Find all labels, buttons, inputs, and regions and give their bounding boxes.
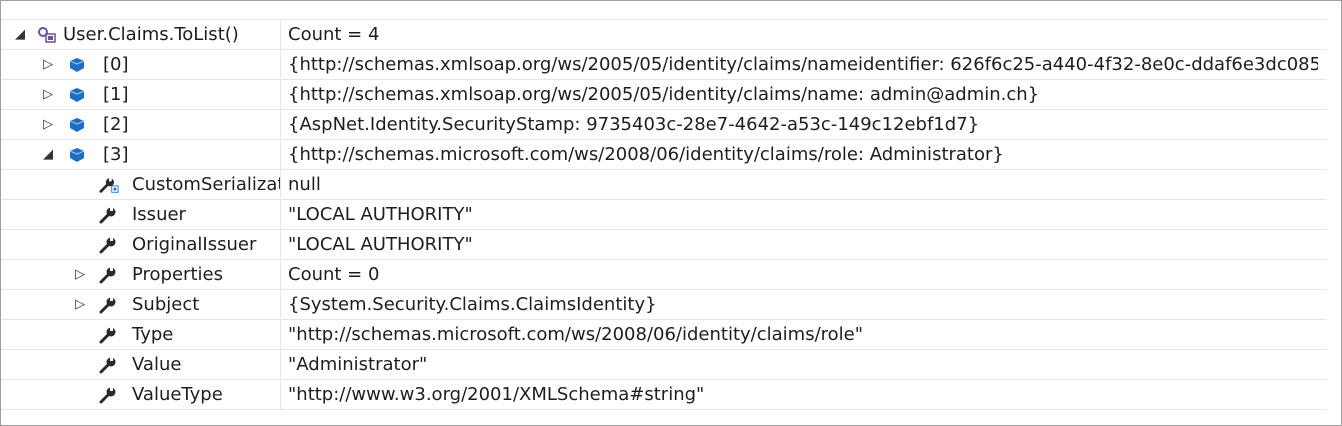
tree-row-item-3[interactable]: ◢ [3] {http://schemas.microsoft.com/ws/2… — [1, 140, 1327, 170]
tree-row-value-type[interactable]: ValueType "http://www.w3.org/2001/XMLSch… — [1, 380, 1327, 410]
tree-row-item-0[interactable]: ▷ [0] {http://schemas.xmlsoap.org/ws/200… — [1, 50, 1327, 80]
name-cell: ◢ User.Claims.ToList() — [1, 20, 281, 49]
value-cell: Count = 4 — [288, 24, 380, 45]
variable-name: Type — [132, 324, 174, 345]
expand-arrow-icon[interactable]: ▷ — [41, 80, 55, 109]
tree-row-clipped: ▷ — [1, 410, 1327, 425]
value-cell: "http://schemas.microsoft.com/ws/2008/06… — [288, 324, 864, 345]
expand-arrow-icon[interactable]: ▷ — [41, 110, 55, 139]
variable-name: OriginalIssuer — [132, 234, 257, 255]
name-cell: Value — [1, 350, 281, 379]
value-cell: null — [288, 174, 321, 195]
tree-row-original-issuer[interactable]: OriginalIssuer "LOCAL AUTHORITY" — [1, 230, 1327, 260]
name-cell: OriginalIssuer — [1, 230, 281, 259]
property-wrench-icon — [99, 297, 116, 314]
variable-name: Properties — [132, 264, 223, 285]
variable-tree: ◢ User.Claims.ToList() Count = 4 ▷ [0] {… — [1, 19, 1327, 425]
expand-arrow-icon[interactable]: ▷ — [41, 50, 55, 79]
expand-arrow-icon[interactable]: ▷ — [73, 260, 87, 289]
variable-name: Subject — [132, 294, 200, 315]
property-wrench-icon — [99, 327, 116, 344]
name-cell: Issuer — [1, 200, 281, 229]
tree-row-claims-list[interactable]: ◢ User.Claims.ToList() Count = 4 — [1, 19, 1327, 50]
object-icon — [69, 58, 85, 72]
tree-row-subject[interactable]: ▷ Subject {System.Security.Claims.Claims… — [1, 290, 1327, 320]
tree-row-item-1[interactable]: ▷ [1] {http://schemas.xmlsoap.org/ws/200… — [1, 80, 1327, 110]
name-cell: ◢ [3] — [1, 140, 281, 169]
variable-name: [0] — [103, 54, 129, 75]
variable-name: [3] — [103, 144, 129, 165]
name-cell: ▷ Subject — [1, 290, 281, 319]
variable-name: [2] — [103, 114, 129, 135]
object-icon — [69, 148, 85, 162]
name-cell: CustomSerializat — [1, 170, 281, 199]
value-cell: "http://www.w3.org/2001/XMLSchema#string… — [288, 384, 705, 405]
value-cell: Count = 0 — [288, 264, 380, 285]
name-cell: ▷ [2] — [1, 110, 281, 139]
value-cell: "LOCAL AUTHORITY" — [288, 204, 473, 225]
property-wrench-icon — [99, 237, 116, 254]
value-cell: {AspNet.Identity.SecurityStamp: 9735403c… — [288, 114, 980, 135]
tree-row-type[interactable]: Type "http://schemas.microsoft.com/ws/20… — [1, 320, 1327, 350]
name-cell: Type — [1, 320, 281, 349]
value-cell: {System.Security.Claims.ClaimsIdentity} — [288, 294, 657, 315]
watch-window: ◢ User.Claims.ToList() Count = 4 ▷ [0] {… — [0, 0, 1342, 426]
variable-name: Value — [132, 354, 182, 375]
value-cell: {http://schemas.xmlsoap.org/ws/2005/05/i… — [288, 84, 1040, 105]
name-cell: ▷ — [1, 410, 280, 425]
tree-row-value[interactable]: Value "Administrator" — [1, 350, 1327, 380]
variable-name: [1] — [103, 84, 129, 105]
name-cell: ▷ [0] — [1, 50, 281, 79]
name-cell: ▷ [1] — [1, 80, 281, 109]
value-cell: {http://schemas.xmlsoap.org/ws/2005/05/i… — [288, 54, 1318, 75]
variable-name: User.Claims.ToList() — [63, 24, 239, 45]
protected-property-icon — [99, 177, 119, 193]
collapse-arrow-icon[interactable]: ◢ — [13, 20, 27, 49]
variable-name: CustomSerializat — [132, 174, 281, 195]
property-wrench-icon — [99, 387, 116, 404]
tree-row-custom-serialization[interactable]: CustomSerializat null — [1, 170, 1327, 200]
class-type-icon — [38, 27, 56, 43]
expand-arrow-icon[interactable]: ▷ — [73, 290, 87, 319]
value-cell: "LOCAL AUTHORITY" — [288, 234, 473, 255]
object-icon — [69, 88, 85, 102]
variable-name: ValueType — [132, 384, 223, 405]
variable-name: Issuer — [132, 204, 186, 225]
expand-arrow-icon: ▷ — [73, 410, 87, 419]
tree-row-issuer[interactable]: Issuer "LOCAL AUTHORITY" — [1, 200, 1327, 230]
property-wrench-icon — [99, 357, 116, 374]
tree-row-item-2[interactable]: ▷ [2] {AspNet.Identity.SecurityStamp: 97… — [1, 110, 1327, 140]
name-cell: ▷ Properties — [1, 260, 281, 289]
value-cell: {http://schemas.microsoft.com/ws/2008/06… — [288, 144, 1004, 165]
collapse-arrow-icon[interactable]: ◢ — [41, 140, 55, 169]
property-wrench-icon — [99, 207, 116, 224]
tree-row-properties[interactable]: ▷ Properties Count = 0 — [1, 260, 1327, 290]
property-wrench-icon — [99, 267, 116, 284]
value-cell: "Administrator" — [288, 354, 428, 375]
object-icon — [69, 118, 85, 132]
name-cell: ValueType — [1, 380, 281, 409]
